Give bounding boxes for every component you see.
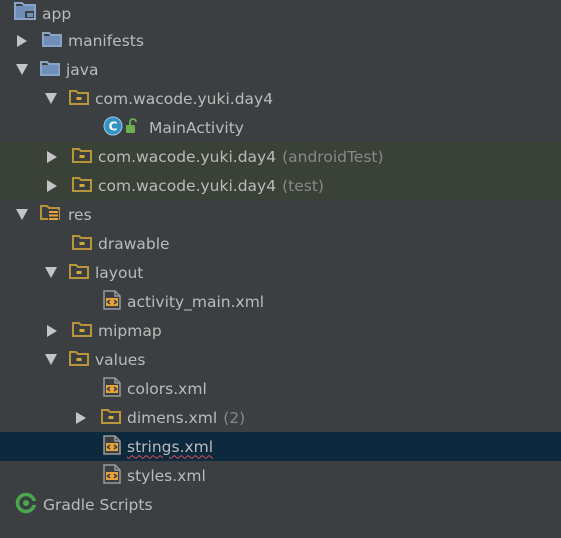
tree-node-label: styles.xml	[127, 466, 206, 485]
tree-node-strings[interactable]: strings.xml	[0, 432, 561, 461]
chevron-down-icon[interactable]	[16, 209, 28, 220]
chevron-down-icon[interactable]	[45, 267, 57, 278]
chevron-down-icon[interactable]	[16, 64, 28, 75]
tree-node-label: com.wacode.yuki.day4	[98, 147, 277, 166]
xml-file-icon	[103, 377, 121, 401]
folder-icon	[69, 350, 89, 370]
folder-icon	[69, 263, 89, 283]
tree-node-suffix: (test)	[282, 176, 324, 195]
gradle-icon	[15, 492, 37, 518]
folder-icon	[40, 60, 60, 80]
tree-node-label: manifests	[68, 31, 144, 50]
tree-node-label: mipmap	[98, 321, 162, 340]
tree-node-values[interactable]: values	[0, 345, 561, 374]
tree-node-label: colors.xml	[127, 379, 207, 398]
tree-node-java[interactable]: java	[0, 55, 561, 84]
folder-icon	[72, 234, 92, 254]
tree-node-mipmap[interactable]: mipmap	[0, 316, 561, 345]
unlocked-icon	[125, 117, 139, 138]
tree-node-colors[interactable]: colors.xml	[0, 374, 561, 403]
tree-node-label: Gradle Scripts	[43, 495, 153, 514]
tree-node-label: java	[66, 60, 99, 79]
chevron-right-icon[interactable]	[47, 324, 57, 337]
tree-node-label: com.wacode.yuki.day4	[98, 176, 277, 195]
tree-node-styles[interactable]: styles.xml	[0, 461, 561, 490]
package-folder-icon	[69, 89, 89, 109]
tree-node-gradle-scripts[interactable]: Gradle Scripts	[0, 490, 561, 519]
resource-folder-icon	[40, 204, 62, 226]
tree-node-suffix: (2)	[223, 408, 246, 427]
tree-node-package-android-test[interactable]: com.wacode.yuki.day4 (androidTest)	[0, 142, 561, 171]
tree-node-activity-main[interactable]: activity_main.xml	[0, 287, 561, 316]
xml-file-icon	[103, 290, 121, 314]
tree-node-layout[interactable]: layout	[0, 258, 561, 287]
chevron-right-icon[interactable]	[47, 150, 57, 163]
folder-icon	[72, 321, 92, 341]
chevron-right-icon[interactable]	[76, 411, 86, 424]
class-icon: C	[103, 116, 123, 140]
chevron-right-icon[interactable]	[47, 179, 57, 192]
tree-node-label: app	[42, 4, 72, 23]
chevron-down-icon[interactable]	[45, 93, 57, 104]
tree-node-dimens[interactable]: dimens.xml (2)	[0, 403, 561, 432]
tree-node-label: layout	[95, 263, 144, 282]
tree-node-label: com.wacode.yuki.day4	[95, 89, 274, 108]
tree-node-app[interactable]: app	[0, 0, 561, 29]
tree-node-label: strings.xml	[127, 437, 214, 456]
tree-node-main-activity[interactable]: C MainActivity	[0, 113, 561, 142]
folder-icon	[101, 408, 121, 428]
project-tree: app manifests java com.wacode.yuki.day4	[0, 0, 561, 538]
tree-node-label: res	[68, 205, 92, 224]
package-folder-icon	[72, 176, 92, 196]
tree-node-label: drawable	[98, 234, 170, 253]
tree-node-label: dimens.xml	[127, 408, 218, 427]
tree-node-label: values	[95, 350, 146, 369]
tree-node-package-main[interactable]: com.wacode.yuki.day4	[0, 84, 561, 113]
tree-node-manifests[interactable]: manifests	[0, 26, 561, 55]
tree-node-label: activity_main.xml	[127, 292, 265, 311]
xml-file-icon	[103, 464, 121, 488]
folder-icon	[42, 31, 62, 51]
xml-file-icon	[103, 435, 121, 459]
tree-node-label: MainActivity	[149, 118, 244, 137]
tree-node-drawable[interactable]: drawable	[0, 229, 561, 258]
chevron-down-icon[interactable]	[45, 354, 57, 365]
tree-node-package-test[interactable]: com.wacode.yuki.day4 (test)	[0, 171, 561, 200]
svg-text:C: C	[109, 119, 118, 133]
chevron-right-icon[interactable]	[17, 34, 27, 47]
module-folder-icon	[14, 2, 36, 25]
tree-node-suffix: (androidTest)	[282, 147, 384, 166]
tree-node-res[interactable]: res	[0, 200, 561, 229]
package-folder-icon	[72, 147, 92, 167]
